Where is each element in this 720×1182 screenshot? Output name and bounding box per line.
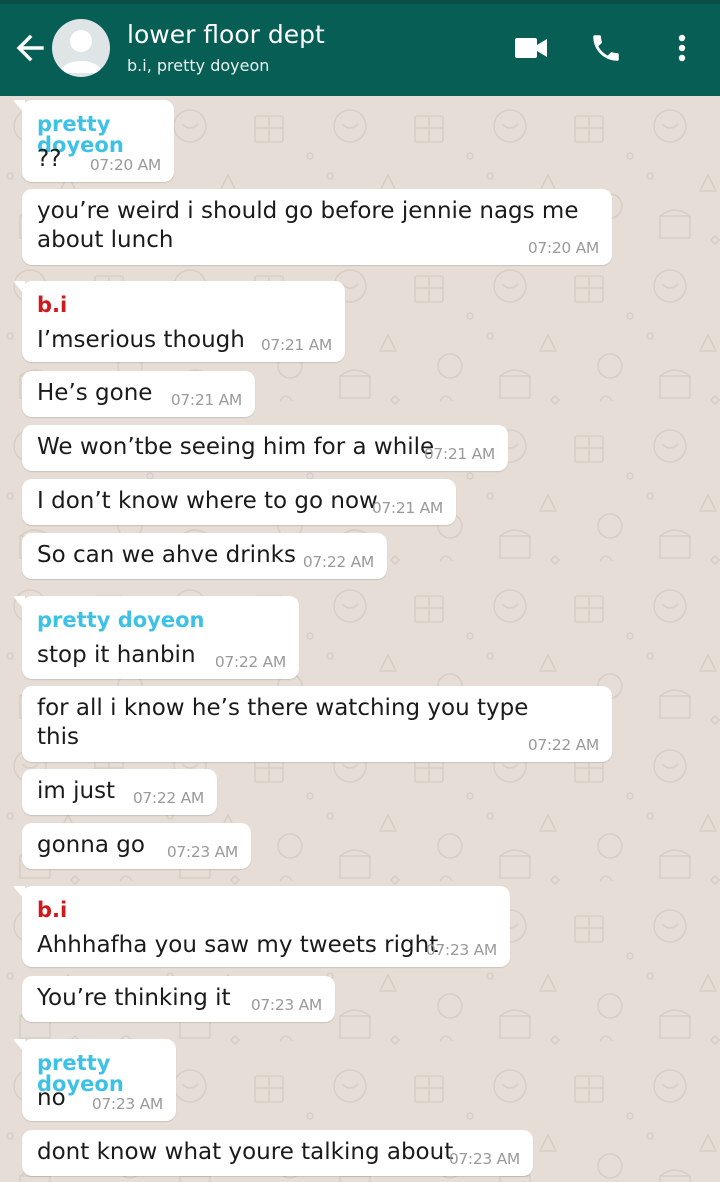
bubble-tail xyxy=(13,1039,25,1053)
message-bubble[interactable]: for all i know he’s there watching you t… xyxy=(22,686,612,762)
message-text: no xyxy=(37,1085,66,1111)
message-text: gonna go xyxy=(37,832,145,858)
message-bubble[interactable]: So can we ahve drinks 07:22 AM xyxy=(22,533,387,579)
message-timestamp: 07:20 AM xyxy=(89,155,161,174)
message-timestamp: 07:20 AM xyxy=(527,238,599,257)
chat-wallpaper: pretty doyeon?? 07:20 AM you’re weird i sh… xyxy=(0,96,720,1182)
message-text: We won’tbe seeing him for a while xyxy=(37,434,435,460)
message-bubble[interactable]: pretty doyeon?? 07:20 AM xyxy=(13,100,174,182)
message-bubble[interactable]: We won’tbe seeing him for a while 07:21 A… xyxy=(22,425,508,471)
message-text: stop it hanbin xyxy=(37,642,196,668)
message-bubble[interactable]: I don’t know where to go now 07:21 AM xyxy=(22,479,456,525)
chat-title[interactable]: lower floor dept xyxy=(127,22,325,47)
message-timestamp: 07:21 AM xyxy=(260,335,332,354)
message-timestamp: 07:22 AM xyxy=(214,652,286,671)
message-text: about lunch xyxy=(37,227,174,253)
message-text: im just xyxy=(37,778,116,804)
message-timestamp: 07:23 AM xyxy=(166,842,238,861)
message-text: He’s gone xyxy=(37,380,153,406)
chat-participants[interactable]: b.i, pretty doyeon xyxy=(127,58,269,74)
message-timestamp: 07:21 AM xyxy=(170,390,242,409)
message-timestamp: 07:22 AM xyxy=(132,788,204,807)
message-text: Ahhhafha you saw my tweets right xyxy=(37,932,439,958)
voice-call-icon[interactable] xyxy=(589,31,623,69)
message-text: I’mserious though xyxy=(37,327,245,353)
message-timestamp: 07:21 AM xyxy=(423,444,495,463)
message-timestamp: 07:22 AM xyxy=(302,552,374,571)
message-bubble[interactable]: He’s gone 07:21 AM xyxy=(22,371,255,417)
message-bubble[interactable]: pretty doyeon no 07:23 AM xyxy=(13,1039,176,1121)
bubble-tail xyxy=(13,886,25,900)
message-text: I don’t know where to go now xyxy=(37,488,378,514)
video-call-icon[interactable] xyxy=(514,36,548,64)
message-text: You’re thinking it xyxy=(37,985,231,1011)
message-bubble[interactable]: you’re weird i should go before jennie n… xyxy=(22,189,612,265)
message-bubble[interactable]: im just 07:22 AM xyxy=(22,769,217,815)
status-strip xyxy=(0,0,720,4)
bubble-tail xyxy=(13,596,25,610)
message-bubble[interactable]: b.i I’mserious though 07:21 AM xyxy=(13,281,345,362)
message-text: ?? xyxy=(37,146,62,172)
bubble-tail xyxy=(13,100,25,114)
message-bubble[interactable]: dont know what youre talking about 07:23 … xyxy=(22,1130,533,1176)
message-timestamp: 07:23 AM xyxy=(448,1149,520,1168)
message-bubble[interactable]: gonna go 07:23 AM xyxy=(22,823,251,869)
message-text: for all i know he’s there watching you t… xyxy=(37,695,529,721)
message-timestamp: 07:22 AM xyxy=(527,735,599,754)
message-text: this xyxy=(37,724,79,750)
message-bubble[interactable]: You’re thinking it 07:23 AM xyxy=(22,976,335,1022)
bubble-tail xyxy=(13,281,25,295)
message-bubble[interactable]: b.i Ahhhafha you saw my tweets right 07:23… xyxy=(13,886,510,967)
avatar[interactable] xyxy=(52,19,110,77)
message-bubble[interactable]: pretty doyeon stop it hanbin 07:22 AM xyxy=(13,596,299,679)
message-sender: pretty doyeon xyxy=(37,608,205,632)
message-timestamp: 07:23 AM xyxy=(425,940,497,959)
more-options-icon[interactable] xyxy=(676,33,688,67)
message-timestamp: 07:23 AM xyxy=(91,1094,163,1113)
message-text: dont know what youre talking about xyxy=(37,1139,454,1165)
chat-header: lower floor dept b.i, pretty doyeon xyxy=(0,0,720,96)
message-text: So can we ahve drinks xyxy=(37,542,296,568)
message-sender: b.i xyxy=(37,293,68,317)
back-arrow-icon[interactable] xyxy=(12,28,48,68)
message-text: you’re weird i should go before jennie n… xyxy=(37,198,579,224)
message-timestamp: 07:21 AM xyxy=(371,498,443,517)
message-timestamp: 07:23 AM xyxy=(250,995,322,1014)
message-sender: b.i xyxy=(37,898,68,922)
